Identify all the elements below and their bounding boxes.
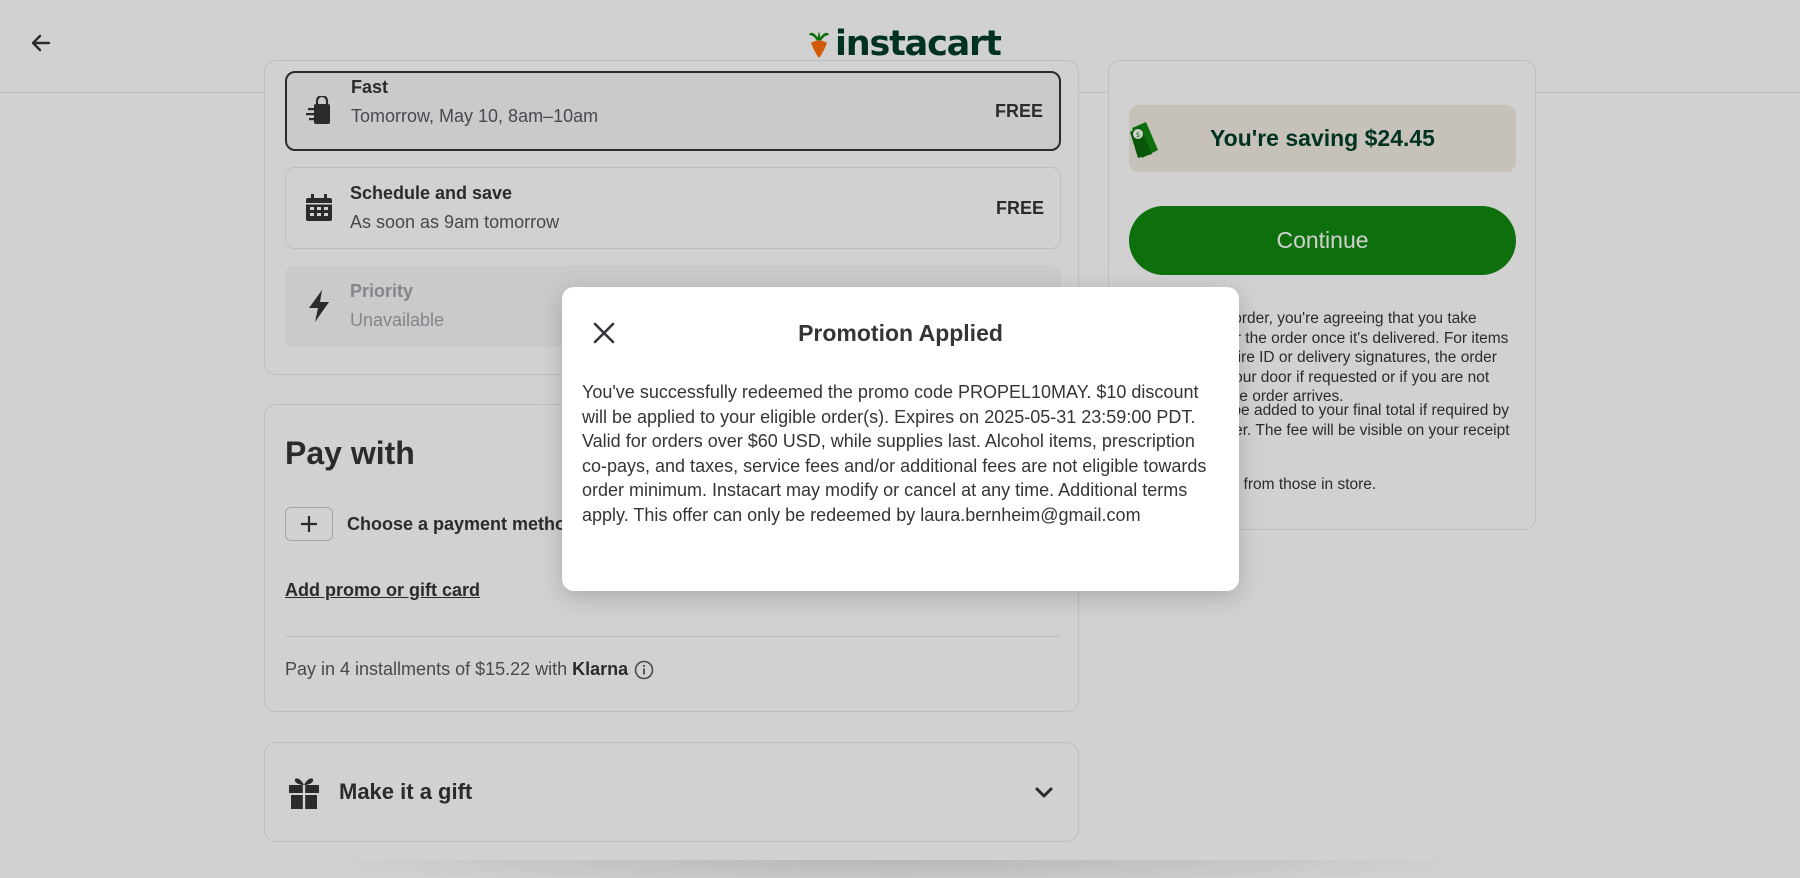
dialog-body: You've successfully redeemed the promo c… <box>582 382 1207 525</box>
dialog-title: Promotion Applied <box>798 320 1003 346</box>
promotion-applied-dialog: Promotion Applied You've successfully re… <box>562 287 1239 591</box>
